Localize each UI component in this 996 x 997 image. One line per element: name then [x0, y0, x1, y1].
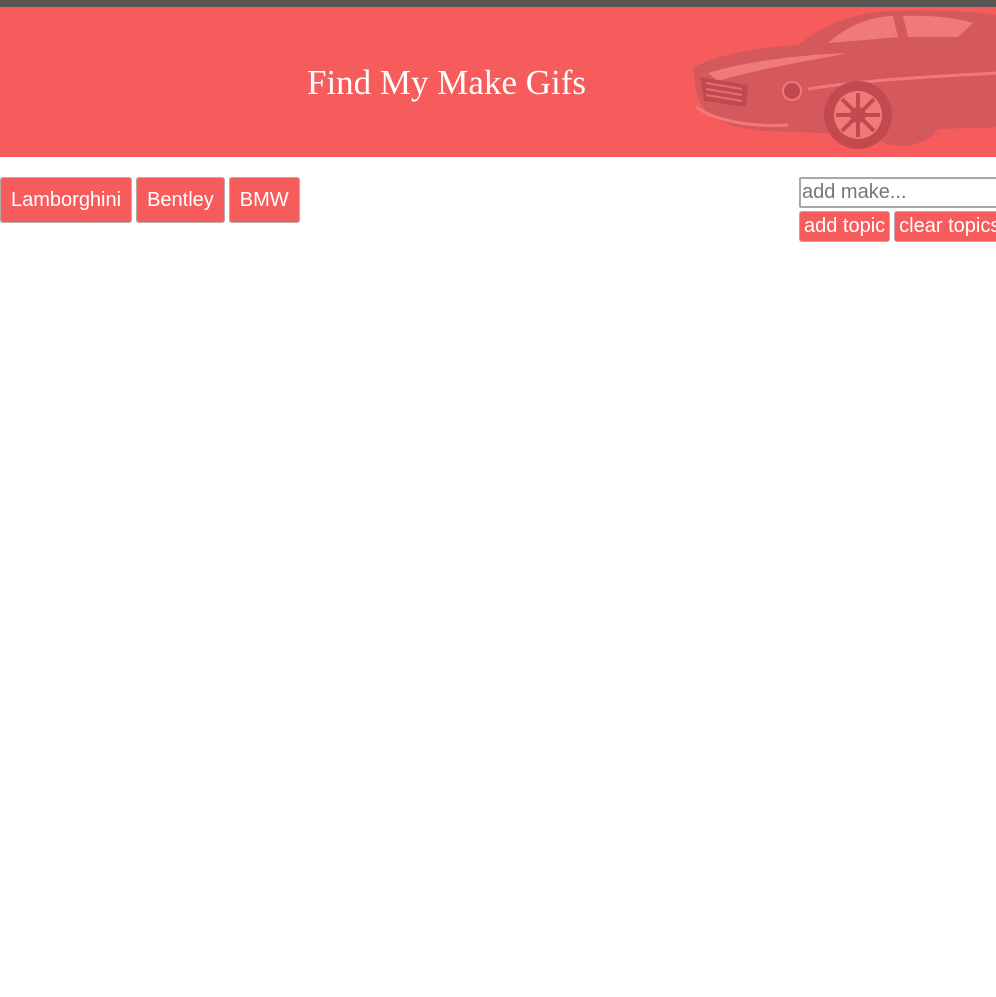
site-header: Find My Make Gifs	[0, 7, 996, 157]
topic-button-bentley[interactable]: Bentley	[136, 177, 225, 223]
topic-button-bar: Lamborghini Bentley BMW	[0, 177, 300, 223]
clear-topics-button[interactable]: clear topics	[894, 211, 996, 242]
window-top-strip	[0, 0, 996, 7]
add-make-input[interactable]	[799, 177, 996, 208]
topic-button-bmw[interactable]: BMW	[228, 177, 300, 223]
topic-actions: add topic clear topics	[799, 211, 996, 242]
add-topic-button[interactable]: add topic	[799, 211, 891, 242]
topic-button-lamborghini[interactable]: Lamborghini	[0, 177, 133, 223]
car-icon	[694, 10, 996, 149]
